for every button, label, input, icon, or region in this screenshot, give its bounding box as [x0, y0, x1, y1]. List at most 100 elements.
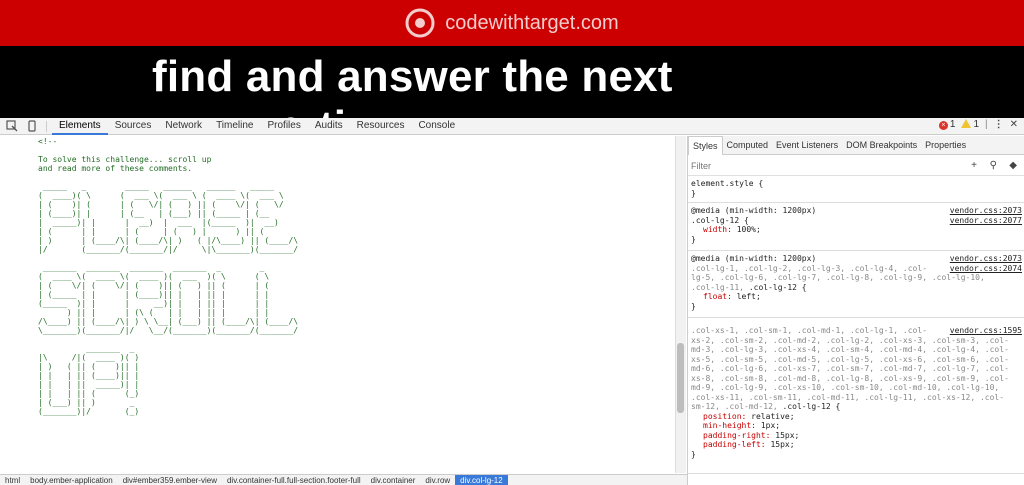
- breadcrumb-item[interactable]: div.container-full.full-section.footer-f…: [222, 475, 366, 485]
- rule-close: }: [691, 234, 696, 244]
- style-rule-element[interactable]: element.style { }: [688, 177, 1024, 203]
- css-property-value: 15px;: [775, 430, 800, 440]
- rule-selector-match: .col-lg-12 {: [748, 282, 807, 292]
- css-property-value: 100%;: [736, 225, 761, 234]
- elements-panel[interactable]: <!-- To solve this challenge... scroll u…: [0, 136, 675, 473]
- hero-heading: find and answer the next: [152, 52, 673, 101]
- toolbar-divider-right: |: [985, 119, 988, 130]
- toolbar-divider: [46, 121, 47, 132]
- tab-console[interactable]: Console: [411, 118, 462, 135]
- comment-line: To solve this challenge... scroll up: [38, 155, 212, 164]
- tab-styles[interactable]: Styles: [688, 136, 723, 155]
- rule-source-link[interactable]: vendor.css:2077: [950, 216, 1022, 226]
- rule-selector: sm-12, .col-md-12,: [691, 402, 778, 411]
- tab-computed[interactable]: Computed: [723, 136, 773, 155]
- dom-breadcrumb: html body.ember-application div#ember359…: [0, 474, 687, 485]
- comment-line: and read more of these comments.: [38, 164, 193, 173]
- css-property-value: 1px;: [760, 421, 781, 430]
- elements-scrollbar-thumb[interactable]: [677, 343, 684, 413]
- rule-source-link[interactable]: vendor.css:2073: [950, 206, 1022, 216]
- breadcrumb-item[interactable]: html: [0, 475, 25, 485]
- css-property-name: float: [703, 292, 728, 301]
- close-icon[interactable]: ✕: [1010, 119, 1018, 130]
- rule-selector: md-9, .col-lg-9, .col-xs-10, .col-sm-10,…: [691, 383, 1000, 392]
- tab-audits[interactable]: Audits: [308, 118, 350, 135]
- css-declaration[interactable]: min-height: 1px;: [691, 421, 1022, 431]
- css-property-name: width: [703, 225, 728, 234]
- css-property-value: relative;: [751, 411, 795, 421]
- target-logo-icon: [405, 8, 435, 38]
- breadcrumb-item[interactable]: body.ember-application: [25, 475, 118, 485]
- rule-close: }: [691, 188, 696, 198]
- css-declaration[interactable]: position: relative;: [691, 412, 1022, 422]
- tab-resources[interactable]: Resources: [350, 118, 412, 135]
- hero-banner: find and answer the next q ti: [0, 46, 1024, 118]
- css-property-value: left;: [736, 292, 761, 301]
- error-icon: ×: [938, 121, 948, 130]
- rule-selector: xs-2, .col-sm-2, .col-md-2, .col-lg-2, .…: [691, 335, 1009, 345]
- error-count: 1: [949, 119, 956, 130]
- more-options-icon[interactable]: ⋮: [994, 119, 1004, 130]
- tab-event-listeners[interactable]: Event Listeners: [772, 136, 842, 155]
- element-state-pin-icon[interactable]: ⚲: [990, 160, 997, 171]
- styles-tabs: Styles Computed Event Listeners DOM Brea…: [688, 136, 1024, 155]
- new-style-rule-icon[interactable]: +: [971, 160, 977, 171]
- error-counter[interactable]: × 1: [938, 119, 956, 130]
- rule-selector: lg-5, .col-lg-6, .col-lg-7, .col-lg-8, .…: [691, 273, 985, 282]
- rule-selector: md-3, .col-lg-3, .col-xs-4, .col-sm-4, .…: [691, 345, 1009, 354]
- warning-icon: [961, 119, 972, 128]
- breadcrumb-item-selected[interactable]: div.col-lg-12: [455, 475, 508, 485]
- style-rule-col-grid[interactable]: vendor.css:1595 .col-xs-1, .col-sm-1, .c…: [688, 324, 1024, 474]
- site-name[interactable]: codewithtarget.com: [445, 12, 618, 35]
- tab-elements[interactable]: Elements: [52, 118, 108, 135]
- html-comment-content: To solve this challenge... scroll up and…: [38, 155, 299, 416]
- rule-close: }: [691, 301, 696, 311]
- warning-count: 1: [973, 119, 979, 130]
- rule-selector-match: .col-lg-12 {: [782, 402, 841, 411]
- css-declaration[interactable]: padding-left: 15px;: [691, 440, 1022, 450]
- device-mode-icon[interactable]: [26, 120, 38, 132]
- rule-source-link[interactable]: vendor.css:2073: [950, 254, 1022, 264]
- rule-selector: xs-8, .col-sm-8, .col-md-8, .col-lg-8, .…: [691, 373, 1009, 383]
- devtools-tabs: Elements Sources Network Timeline Profil…: [52, 118, 462, 135]
- rule-selector: md-6, .col-lg-6, .col-xs-7, .col-sm-7, .…: [691, 364, 1009, 373]
- elements-scrollbar[interactable]: [675, 136, 686, 473]
- breadcrumb-item[interactable]: div#ember359.ember-view: [118, 475, 222, 485]
- css-property-name: position: [703, 411, 742, 421]
- css-declaration[interactable]: float: left;: [691, 292, 1022, 302]
- css-property-name: padding-right: [703, 430, 766, 440]
- breadcrumb-item[interactable]: div.row: [420, 475, 455, 485]
- css-property-name: min-height: [703, 421, 752, 430]
- warning-counter[interactable]: 1: [961, 119, 979, 130]
- rule-source-link[interactable]: vendor.css:2074: [950, 264, 1022, 274]
- css-declaration[interactable]: width: 100%;: [691, 225, 1022, 235]
- css-property-name: padding-left: [703, 440, 761, 449]
- comment-open-tag: <!--: [38, 137, 58, 146]
- tab-profiles[interactable]: Profiles: [260, 118, 307, 135]
- site-header: codewithtarget.com: [0, 0, 1024, 46]
- tab-properties[interactable]: Properties: [921, 136, 970, 155]
- rule-source-link[interactable]: vendor.css:1595: [950, 326, 1022, 336]
- color-format-icon[interactable]: ◆: [1009, 160, 1017, 171]
- css-property-value: 15px;: [770, 440, 795, 449]
- rule-close: }: [691, 449, 696, 459]
- styles-filter-input[interactable]: [691, 160, 951, 172]
- devtools-toolbar: Elements Sources Network Timeline Profil…: [0, 118, 1024, 135]
- tab-dom-breakpoints[interactable]: DOM Breakpoints: [842, 136, 921, 155]
- breadcrumb-item[interactable]: div.container: [366, 475, 421, 485]
- toolbar-right: × 1 1 | ⋮ ✕: [938, 119, 1018, 130]
- rule-selector: .col-xs-11, .col-sm-11, .col-md-11, .col…: [691, 392, 1005, 402]
- style-rule-col-lg-12-width[interactable]: @media (min-width: 1200px) vendor.css:20…: [688, 204, 1024, 251]
- rule-selector: .col-lg-11,: [691, 282, 744, 292]
- tab-sources[interactable]: Sources: [108, 118, 159, 135]
- css-declaration[interactable]: padding-right: 15px;: [691, 431, 1022, 441]
- tab-network[interactable]: Network: [158, 118, 209, 135]
- hero-subheading: q ti: [280, 102, 346, 118]
- style-rule-col-lg-float[interactable]: @media (min-width: 1200px) vendor.css:20…: [688, 252, 1024, 318]
- styles-sidebar: Styles Computed Event Listeners DOM Brea…: [687, 136, 1024, 485]
- styles-filter-row: + ⚲ ◆: [688, 156, 1024, 176]
- inspect-element-icon[interactable]: [6, 120, 18, 132]
- tab-timeline[interactable]: Timeline: [209, 118, 260, 135]
- rule-selector: element.style {: [691, 179, 764, 188]
- rule-selector: xs-5, .col-sm-5, .col-md-5, .col-lg-5, .…: [691, 354, 1009, 364]
